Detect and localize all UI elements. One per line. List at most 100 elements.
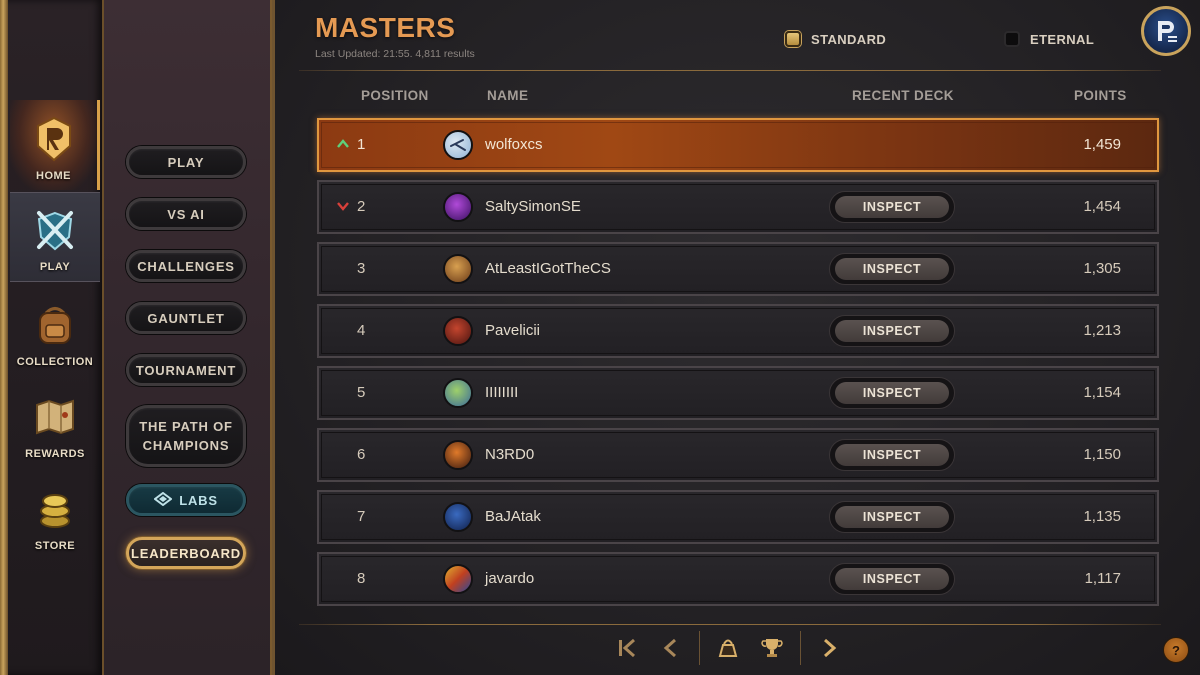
player-points: 1,117 — [1084, 570, 1121, 587]
row-position: 6 — [357, 446, 366, 463]
inspect-label: INSPECT — [835, 568, 949, 590]
inspect-label: INSPECT — [835, 320, 949, 342]
pagination — [605, 628, 851, 668]
next-page-icon[interactable] — [813, 632, 845, 664]
leaderboard-row[interactable]: 6 N3RD0 INSPECT 1,150 — [317, 428, 1159, 482]
nav-label-rewards: REWARDS — [25, 448, 85, 460]
player-name: AtLeastIGotTheCS — [485, 260, 611, 277]
player-name: BaJAtak — [485, 508, 541, 525]
mode-tournament-button[interactable]: TOURNAMENT — [126, 354, 246, 386]
column-name: NAME — [487, 88, 529, 103]
player-avatar — [443, 192, 473, 222]
inspect-deck-button[interactable]: INSPECT — [829, 377, 955, 409]
header-divider — [299, 70, 1161, 71]
player-name: javardo — [485, 570, 535, 587]
leaderboard-row[interactable]: 7 BaJAtak INSPECT 1,135 — [317, 490, 1159, 544]
nav-item-rewards[interactable]: REWARDS — [10, 378, 100, 468]
path-of-champions-line1: THE PATH OF — [139, 419, 233, 434]
filter-standard-label: STANDARD — [811, 31, 887, 47]
mode-play-button[interactable]: PLAY — [126, 146, 246, 178]
player-avatar — [443, 564, 473, 594]
player-points: 1,135 — [1083, 508, 1121, 525]
player-name: Pavelicii — [485, 322, 541, 339]
mode-leaderboard-button[interactable]: LEADERBOARD — [126, 537, 246, 569]
inspect-deck-button[interactable]: INSPECT — [829, 501, 955, 533]
inspect-deck-button[interactable]: INSPECT — [829, 315, 955, 347]
rank-up-icon — [337, 139, 349, 148]
player-name: IIIIIIII — [485, 384, 519, 401]
main-nav: HOME PLAY COLLECTION REWARDS STORE — [0, 0, 104, 675]
nav-item-home[interactable]: HOME — [10, 100, 100, 190]
map-scroll-icon — [32, 394, 78, 440]
inspect-deck-button[interactable]: INSPECT — [829, 253, 955, 285]
player-avatar — [443, 502, 473, 532]
labs-label: LABS — [179, 492, 218, 508]
mode-gauntlet-button[interactable]: GAUNTLET — [126, 302, 246, 334]
player-avatar — [443, 130, 473, 160]
filter-eternal-label: ETERNAL — [1030, 31, 1095, 47]
leaderboard-panel: MASTERS Last Updated: 21:55. 4,811 resul… — [272, 0, 1200, 675]
help-button[interactable]: ? — [1163, 637, 1189, 663]
labs-icon — [153, 491, 173, 509]
inspect-deck-button[interactable]: INSPECT — [829, 439, 955, 471]
path-of-champions-line2: CHAMPIONS — [142, 438, 230, 453]
leaderboard-row[interactable]: 1 wolfoxcs 1,459 — [317, 118, 1159, 172]
nav-item-store[interactable]: STORE — [10, 470, 100, 560]
nav-label-collection: COLLECTION — [16, 356, 94, 368]
pager-divider — [800, 631, 801, 665]
bag-icon[interactable] — [712, 632, 744, 664]
nav-label-play: PLAY — [39, 261, 71, 273]
inspect-label: INSPECT — [835, 196, 949, 218]
row-position: 5 — [357, 384, 366, 401]
column-position: POSITION — [361, 88, 429, 103]
prev-page-icon[interactable] — [655, 632, 687, 664]
eternal-checkbox[interactable] — [1004, 31, 1020, 47]
row-position: 4 — [357, 322, 366, 339]
nav-frame — [0, 0, 8, 675]
profile-icon[interactable] — [1141, 6, 1191, 56]
column-points: POINTS — [1074, 88, 1127, 103]
pager-divider — [699, 631, 700, 665]
player-points: 1,459 — [1083, 136, 1121, 153]
mode-challenges-button[interactable]: CHALLENGES — [126, 250, 246, 282]
mode-path-of-champions-button[interactable]: THE PATH OF CHAMPIONS — [126, 405, 246, 467]
mode-labs-button[interactable]: LABS — [126, 484, 246, 516]
player-avatar — [443, 378, 473, 408]
player-points: 1,454 — [1083, 198, 1121, 215]
inspect-label: INSPECT — [835, 258, 949, 280]
mode-vs-ai-button[interactable]: VS AI — [126, 198, 246, 230]
player-avatar — [443, 440, 473, 470]
home-crest-icon — [31, 116, 77, 162]
filter-eternal[interactable]: ETERNAL — [1004, 31, 1094, 47]
inspect-deck-button[interactable]: INSPECT — [829, 191, 955, 223]
filter-standard[interactable]: STANDARD — [785, 31, 886, 47]
inspect-label: INSPECT — [835, 444, 949, 466]
player-name: N3RD0 — [485, 446, 535, 463]
player-points: 1,150 — [1083, 446, 1121, 463]
player-avatar — [443, 316, 473, 346]
row-position: 7 — [357, 508, 366, 525]
player-avatar — [443, 254, 473, 284]
inspect-deck-button[interactable]: INSPECT — [829, 563, 955, 595]
leaderboard-row[interactable]: 8 javardo INSPECT 1,117 — [317, 552, 1159, 606]
leaderboard-row[interactable]: 2 SaltySimonSE INSPECT 1,454 — [317, 180, 1159, 234]
first-page-icon[interactable] — [611, 632, 643, 664]
play-modes-panel: PLAY VS AI CHALLENGES GAUNTLET TOURNAMEN… — [104, 0, 272, 675]
nav-item-collection[interactable]: COLLECTION — [10, 286, 100, 376]
row-position: 2 — [357, 198, 366, 215]
page-title: MASTERS — [315, 12, 456, 43]
nav-item-play[interactable]: PLAY — [10, 192, 100, 282]
rank-down-icon — [337, 202, 349, 211]
leaderboard-row[interactable]: 4 Pavelicii INSPECT 1,213 — [317, 304, 1159, 358]
player-points: 1,213 — [1083, 322, 1121, 339]
player-points: 1,154 — [1083, 384, 1121, 401]
leaderboard-row[interactable]: 3 AtLeastIGotTheCS INSPECT 1,305 — [317, 242, 1159, 296]
nav-label-home: HOME — [36, 170, 71, 182]
trophy-icon[interactable] — [756, 632, 788, 664]
leaderboard-row[interactable]: 5 IIIIIIII INSPECT 1,154 — [317, 366, 1159, 420]
coin-stack-icon — [32, 486, 78, 532]
player-name: wolfoxcs — [485, 136, 543, 153]
standard-checkbox[interactable] — [785, 31, 801, 47]
nav-label-store: STORE — [34, 540, 76, 552]
player-points: 1,305 — [1083, 260, 1121, 277]
